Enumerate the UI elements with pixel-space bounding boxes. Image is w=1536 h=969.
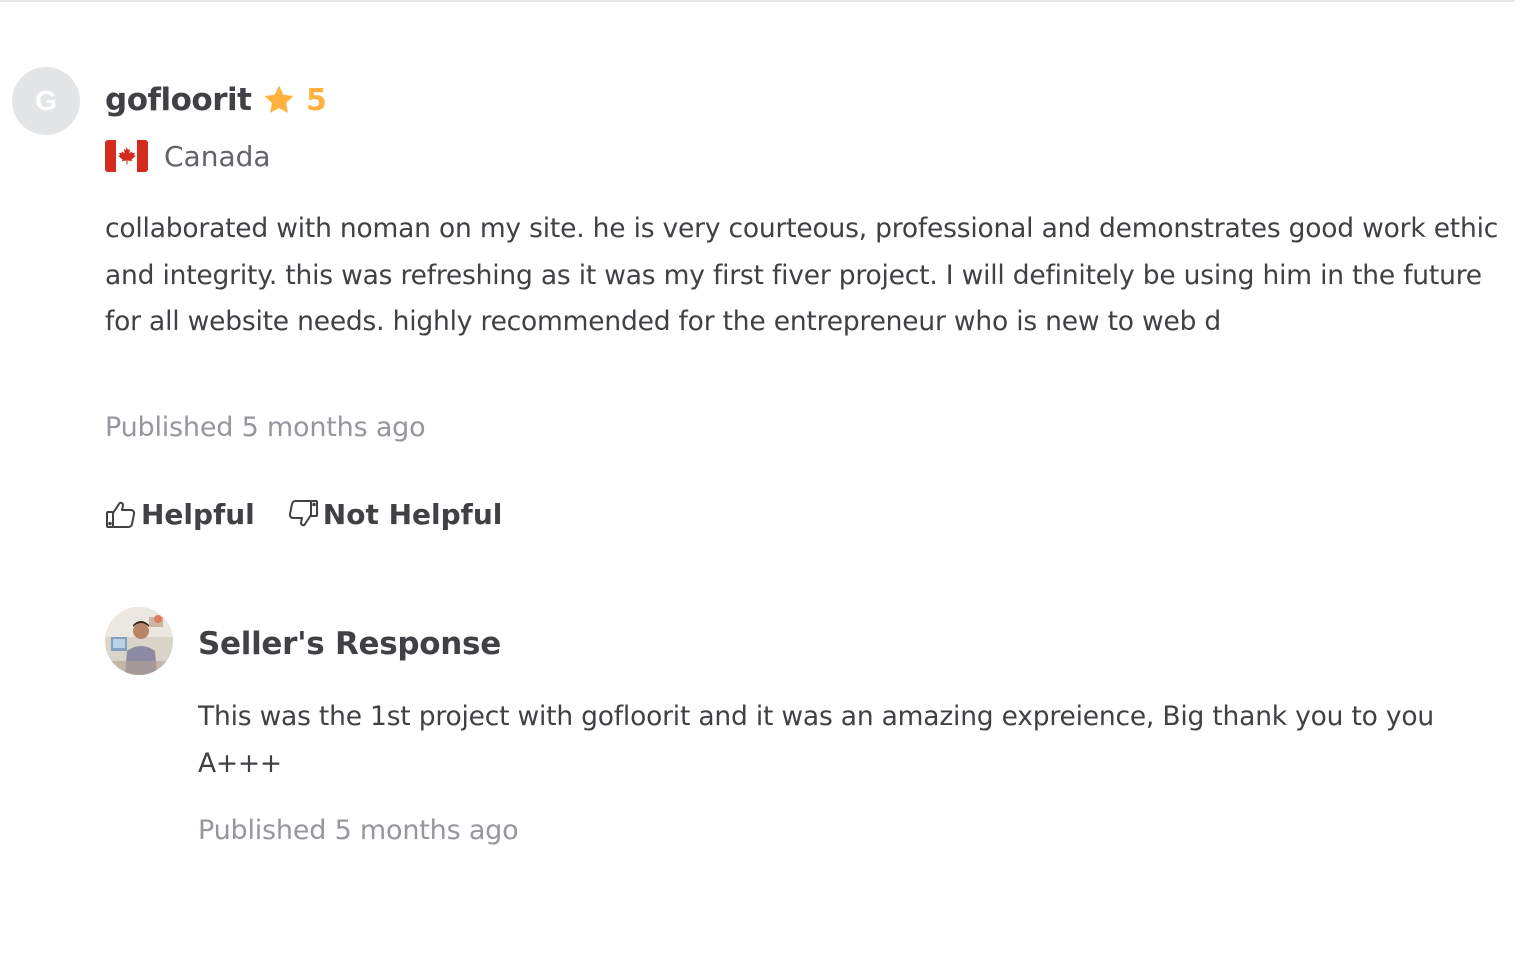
review-card: G gofloorit 5 Canada collaborated with n… — [0, 0, 1536, 969]
helpful-label: Helpful — [141, 497, 255, 531]
thumbs-up-icon — [106, 501, 136, 528]
review-published-date: Published 5 months ago — [105, 412, 426, 443]
country-name: Canada — [164, 139, 271, 173]
helpful-button[interactable]: Helpful — [105, 498, 255, 531]
star-icon — [264, 85, 294, 113]
seller-response-title: Seller's Response — [198, 626, 501, 662]
reviewer-username: gofloorit — [105, 82, 252, 118]
review-rating: 5 — [262, 78, 327, 122]
not-helpful-button[interactable]: Not Helpful — [287, 497, 503, 531]
reviewer-avatar: G — [12, 67, 80, 135]
reviewer-country: Canada — [105, 136, 271, 176]
seller-response-published-date: Published 5 months ago — [198, 815, 519, 846]
seller-photo-icon — [105, 607, 173, 675]
rating-value: 5 — [306, 82, 327, 118]
review-text: collaborated with noman on my site. he i… — [105, 213, 1499, 337]
seller-avatar — [105, 607, 173, 675]
not-helpful-label: Not Helpful — [322, 497, 503, 531]
thumbs-down-icon — [288, 500, 318, 527]
canada-flag-icon — [105, 140, 148, 172]
review-feedback-actions: Helpful Not Helpful — [105, 490, 502, 538]
seller-response-text: This was the 1st project with gofloorit … — [198, 701, 1434, 779]
